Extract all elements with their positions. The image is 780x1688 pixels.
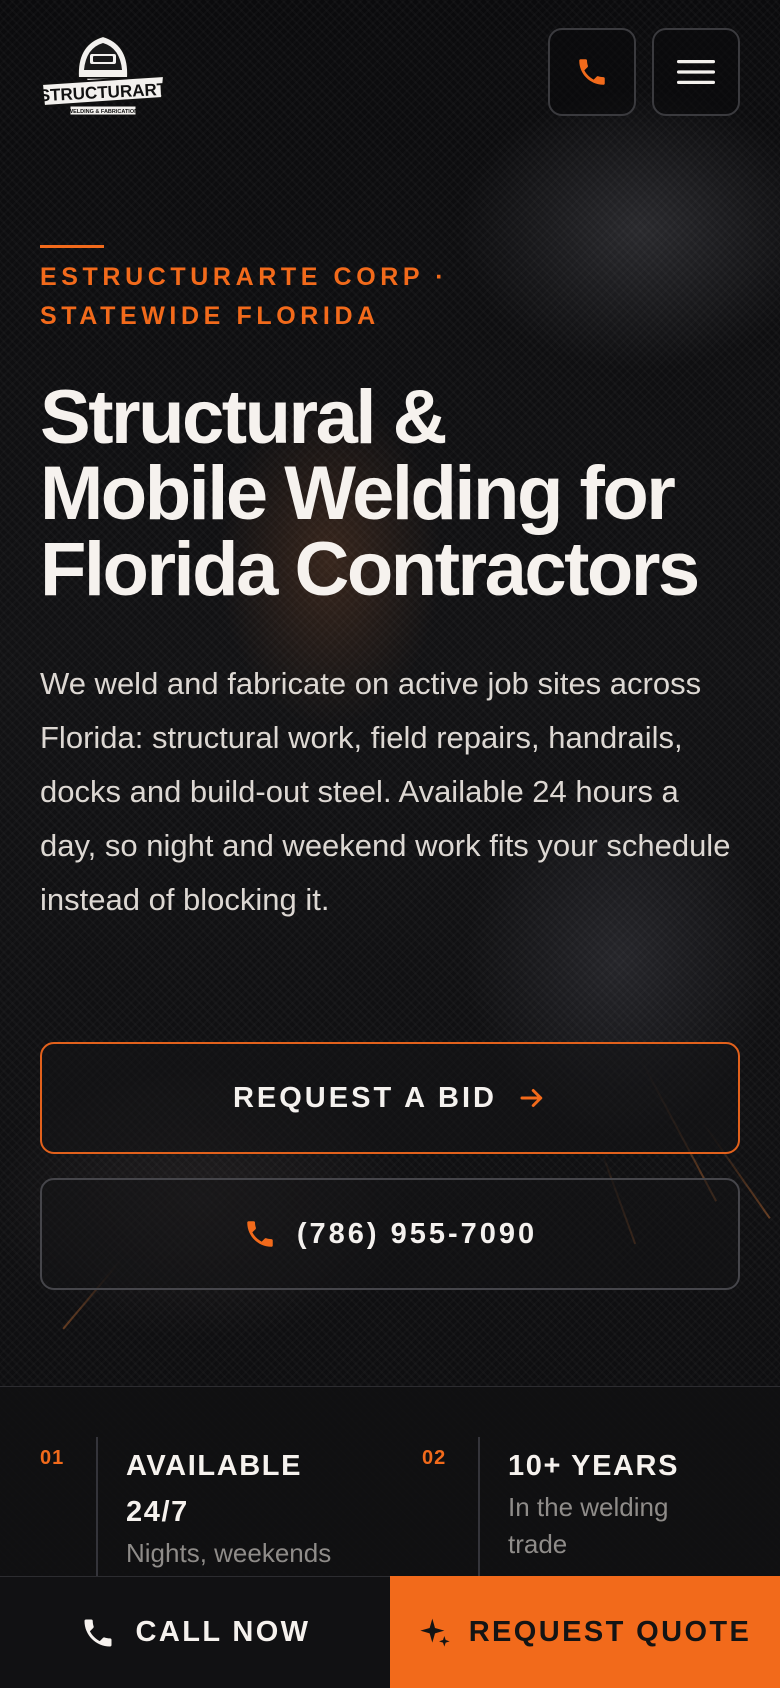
sparkle-icon: [420, 1618, 450, 1647]
page: ESTRUCTURARTE WELDING & FABRICATION ESTR…: [0, 0, 780, 1688]
hero-description: We weld and fabricate on active job site…: [40, 666, 731, 917]
hero-eyebrow: ESTRUCTURARTE CORP · STATEWIDE FLORIDA: [40, 258, 680, 336]
brand-logo[interactable]: ESTRUCTURARTE WELDING & FABRICATION: [27, 26, 179, 118]
phone-number-button[interactable]: (786) 955-7090: [40, 1178, 740, 1290]
stat-title-line-1: 10+ YEARS: [508, 1450, 680, 1482]
stat-divider: [96, 1437, 98, 1577]
sticky-bottom-bar: CALL NOW REQUEST QUOTE: [0, 1576, 780, 1688]
request-bid-label: REQUEST A BID: [232, 1081, 498, 1114]
phone-icon: [579, 59, 605, 85]
hamburger-menu-icon: [677, 60, 715, 84]
call-now-button[interactable]: CALL NOW: [0, 1576, 390, 1688]
eyebrow-line-2: STATEWIDE FLORIDA: [40, 302, 380, 330]
stat-title: 10+ YEARS: [508, 1443, 679, 1489]
hero-title-line-2: Mobile Welding for: [40, 451, 676, 536]
welder-helmet-logo-icon: ESTRUCTURARTE WELDING & FABRICATION: [27, 34, 179, 116]
header-menu-button[interactable]: [652, 28, 740, 116]
logo-subtext: WELDING & FABRICATION: [68, 109, 138, 115]
header-call-button[interactable]: [548, 28, 636, 116]
stat-description-line-2: trade: [508, 1529, 568, 1559]
phone-number-label: (786) 955-7090: [296, 1217, 538, 1250]
eyebrow-line-1: ESTRUCTURARTE CORP ·: [40, 263, 449, 291]
phone-icon: [247, 1221, 273, 1247]
phone-icon: [84, 1619, 112, 1646]
stat-title: AVAILABLE 24/7: [126, 1443, 302, 1535]
stats-strip: 01 AVAILABLE 24/7 Nights, weekends 02 10…: [0, 1386, 780, 1577]
call-now-label: CALL NOW: [135, 1616, 311, 1648]
arrow-right-icon: [520, 1089, 543, 1107]
stat-divider: [478, 1437, 480, 1577]
request-quote-label: REQUEST QUOTE: [468, 1615, 752, 1648]
stat-title-line-1: AVAILABLE: [126, 1450, 303, 1482]
request-bid-button[interactable]: REQUEST A BID: [40, 1042, 740, 1154]
hero-title-line-1: Structural &: [40, 375, 447, 460]
hero-title-line-3: Florida Contractors: [40, 527, 700, 612]
stat-number: 01: [40, 1447, 65, 1469]
stat-number: 02: [422, 1447, 447, 1469]
stat-description: Nights, weekends: [126, 1538, 332, 1568]
stat-title-line-2: 24/7: [126, 1496, 189, 1528]
eyebrow-accent-line: [40, 245, 104, 248]
hero-title: Structural & Mobile Welding for Florida …: [40, 380, 760, 608]
stat-description: In the welding trade: [508, 1489, 668, 1563]
stat-description-line-1: In the welding: [508, 1492, 669, 1522]
site-header: ESTRUCTURARTE WELDING & FABRICATION: [0, 0, 780, 140]
request-quote-button[interactable]: REQUEST QUOTE: [390, 1576, 780, 1688]
